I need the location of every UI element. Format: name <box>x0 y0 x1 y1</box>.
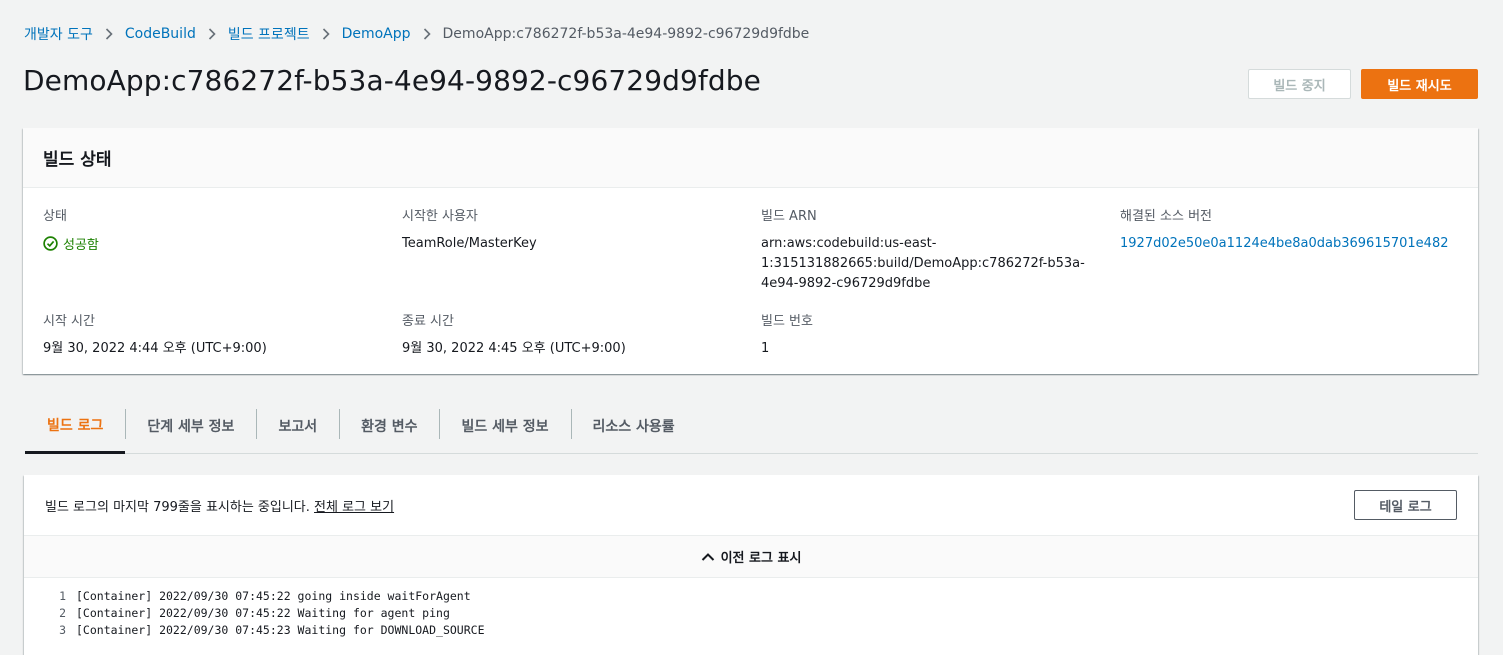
chevron-right-icon <box>208 28 216 40</box>
status-label: 상태 <box>43 209 67 224</box>
start-time-value: 9월 30, 2022 4:44 오후 (UTC+9:00) <box>43 341 267 356</box>
log-line-number: 3 <box>59 623 66 637</box>
start-time-label: 시작 시간 <box>43 314 95 329</box>
tab-resource-utilization[interactable]: 리소스 사용률 <box>570 398 697 453</box>
log-info: 빌드 로그의 마지막 799줄을 표시하는 중입니다. 전체 로그 보기 <box>45 496 394 515</box>
log-line-text: [Container] 2022/09/30 07:45:22 Waiting … <box>76 606 450 620</box>
arn-line: 4e94-9892-c96729d9fdbe <box>761 276 931 291</box>
build-status-heading: 빌드 상태 <box>43 150 112 170</box>
log-line: 3 [Container] 2022/09/30 07:45:23 Waitin… <box>24 622 1478 639</box>
build-number-field: 빌드 번호 1 <box>761 310 813 359</box>
show-previous-logs-button[interactable]: 이전 로그 표시 <box>24 536 1478 578</box>
build-status-panel: 빌드 상태 상태 성공함 시작한 사용자 TeamRole/MasterKey … <box>23 128 1478 374</box>
breadcrumb-developer-tools[interactable]: 개발자 도구 <box>24 24 93 44</box>
build-number-label: 빌드 번호 <box>761 314 813 329</box>
tab-phase-details[interactable]: 단계 세부 정보 <box>125 398 256 453</box>
log-line-number: 2 <box>59 606 66 620</box>
build-number-value: 1 <box>761 341 770 356</box>
tab-reports[interactable]: 보고서 <box>256 398 339 453</box>
tab-environment-variables[interactable]: 환경 변수 <box>339 398 439 453</box>
chevron-right-icon <box>423 28 431 40</box>
breadcrumb-current: DemoApp:c786272f-b53a-4e94-9892-c96729d9… <box>442 26 810 42</box>
log-line-text: [Container] 2022/09/30 07:45:22 going in… <box>76 589 471 603</box>
tab-build-logs[interactable]: 빌드 로그 <box>25 398 126 454</box>
log-lines: 1 [Container] 2022/09/30 07:45:22 going … <box>24 578 1478 639</box>
status-field: 상태 성공함 <box>43 205 99 253</box>
end-time-field: 종료 시간 9월 30, 2022 4:45 오후 (UTC+9:00) <box>402 310 626 359</box>
status-badge: 성공함 <box>43 234 99 253</box>
source-version-field: 해결된 소스 버전 1927d02e50e0a1124e4be8a0dab369… <box>1120 205 1449 254</box>
status-value: 성공함 <box>63 238 99 253</box>
success-check-icon <box>43 236 58 251</box>
stop-build-button[interactable]: 빌드 중지 <box>1248 69 1351 99</box>
log-line: 2 [Container] 2022/09/30 07:45:22 Waitin… <box>24 605 1478 622</box>
chevron-up-icon <box>701 552 715 562</box>
log-line: 1 [Container] 2022/09/30 07:45:22 going … <box>24 588 1478 605</box>
log-info-text: 빌드 로그의 마지막 799줄을 표시하는 중입니다. <box>45 500 310 515</box>
view-full-log-link[interactable]: 전체 로그 보기 <box>314 500 394 515</box>
arn-value: arn:aws:codebuild:us-east- 1:31513188266… <box>761 234 1085 294</box>
breadcrumb-demoapp[interactable]: DemoApp <box>342 26 411 42</box>
tab-build-details[interactable]: 빌드 세부 정보 <box>439 398 570 453</box>
show-previous-logs-label: 이전 로그 표시 <box>720 551 802 566</box>
chevron-right-icon <box>105 28 113 40</box>
arn-field: 빌드 ARN arn:aws:codebuild:us-east- 1:3151… <box>761 205 1085 294</box>
build-status-header: 빌드 상태 <box>23 128 1478 188</box>
tail-logs-button[interactable]: 테일 로그 <box>1354 490 1457 520</box>
start-time-field: 시작 시간 9월 30, 2022 4:44 오후 (UTC+9:00) <box>43 310 267 359</box>
log-line-number: 1 <box>59 589 66 603</box>
page-title: DemoApp:c786272f-b53a-4e94-9892-c96729d9… <box>23 64 761 97</box>
source-version-label: 해결된 소스 버전 <box>1120 209 1212 224</box>
breadcrumb: 개발자 도구 CodeBuild 빌드 프로젝트 DemoApp DemoApp… <box>24 24 809 44</box>
initiator-field: 시작한 사용자 TeamRole/MasterKey <box>402 205 537 254</box>
arn-line: 1:315131882665:build/DemoApp:c786272f-b5… <box>761 256 1085 271</box>
arn-line: arn:aws:codebuild:us-east- <box>761 236 937 251</box>
chevron-right-icon <box>322 28 330 40</box>
build-log-panel: 빌드 로그의 마지막 799줄을 표시하는 중입니다. 전체 로그 보기 테일 … <box>24 475 1478 655</box>
initiator-label: 시작한 사용자 <box>402 209 478 224</box>
breadcrumb-build-projects[interactable]: 빌드 프로젝트 <box>228 24 310 44</box>
detail-tabs: 빌드 로그 단계 세부 정보 보고서 환경 변수 빌드 세부 정보 리소스 사용… <box>25 398 1478 454</box>
arn-label: 빌드 ARN <box>761 209 817 224</box>
log-line-text: [Container] 2022/09/30 07:45:23 Waiting … <box>76 623 485 637</box>
log-header: 빌드 로그의 마지막 799줄을 표시하는 중입니다. 전체 로그 보기 테일 … <box>24 475 1478 536</box>
breadcrumb-codebuild[interactable]: CodeBuild <box>125 26 196 42</box>
end-time-value: 9월 30, 2022 4:45 오후 (UTC+9:00) <box>402 341 626 356</box>
end-time-label: 종료 시간 <box>402 314 454 329</box>
initiator-value: TeamRole/MasterKey <box>402 236 537 251</box>
source-version-link[interactable]: 1927d02e50e0a1124e4be8a0dab369615701e482 <box>1120 234 1449 254</box>
retry-build-button[interactable]: 빌드 재시도 <box>1361 69 1478 99</box>
